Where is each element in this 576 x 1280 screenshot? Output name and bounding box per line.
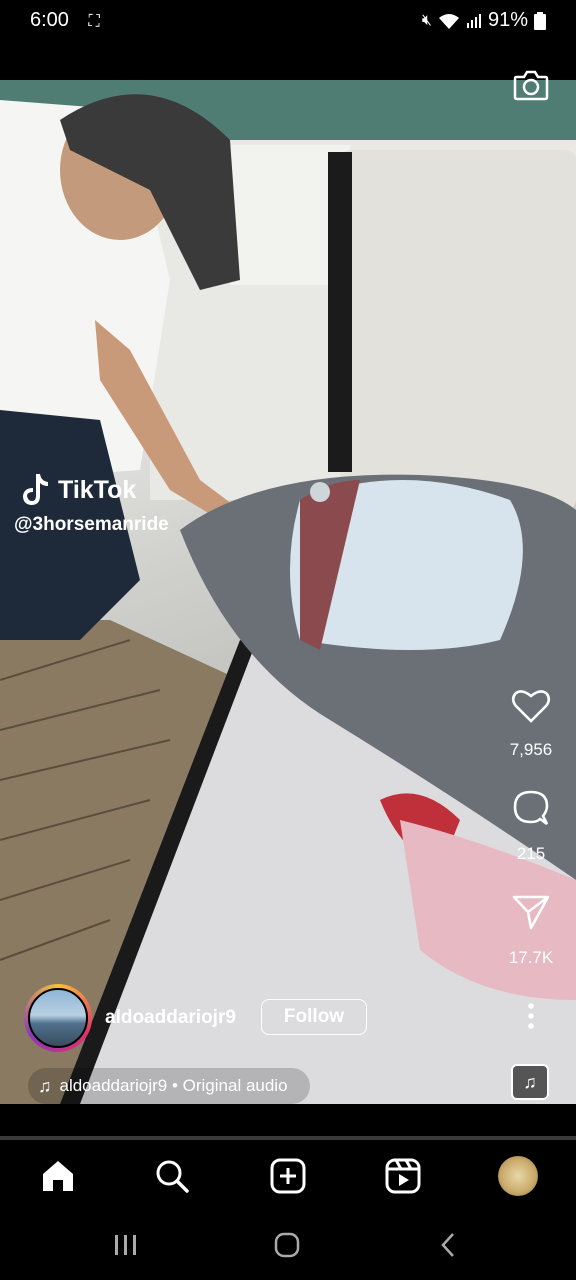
home-icon bbox=[43, 1161, 73, 1191]
video-frame bbox=[0, 80, 576, 1104]
music-note-icon: ♫ bbox=[523, 1071, 537, 1092]
battery-icon bbox=[534, 11, 546, 30]
follow-button[interactable]: Follow bbox=[261, 999, 367, 1035]
recent-apps-button[interactable] bbox=[96, 1226, 156, 1264]
recent-apps-icon bbox=[115, 1235, 136, 1255]
tiktok-brand: TikTok bbox=[58, 475, 137, 504]
music-note-icon: ♫ bbox=[38, 1075, 52, 1096]
reel-video[interactable] bbox=[0, 80, 576, 1104]
share-count: 17.7K bbox=[508, 948, 554, 967]
status-icons: 🔇︎ 91% bbox=[422, 9, 546, 32]
wifi-icon bbox=[438, 13, 459, 29]
nav-create[interactable] bbox=[263, 1152, 313, 1200]
reels-icon bbox=[385, 1158, 421, 1194]
author-avatar[interactable] bbox=[24, 984, 92, 1052]
author-avatar-image bbox=[28, 988, 88, 1048]
signal-icon bbox=[466, 13, 481, 28]
create-icon bbox=[270, 1158, 306, 1194]
system-home-icon bbox=[274, 1232, 300, 1258]
heart-icon bbox=[511, 690, 551, 723]
back-button[interactable] bbox=[418, 1226, 478, 1264]
audio-label: aldoaddariojr9 • Original audio bbox=[59, 1076, 288, 1095]
comment-icon bbox=[513, 790, 549, 826]
like-count: 7,956 bbox=[509, 740, 553, 759]
screen-record-icon: ⛶ bbox=[88, 13, 100, 30]
nav-reels[interactable] bbox=[378, 1152, 428, 1200]
tiktok-handle: @3horsemanride bbox=[14, 514, 169, 535]
nav-profile[interactable] bbox=[493, 1152, 543, 1200]
system-home-button[interactable] bbox=[257, 1226, 317, 1264]
more-vertical-icon bbox=[528, 1003, 534, 1029]
nav-home[interactable] bbox=[33, 1152, 83, 1200]
camera-button[interactable] bbox=[508, 62, 554, 108]
tiktok-logo-icon bbox=[23, 474, 48, 505]
video-progress-track[interactable] bbox=[0, 1136, 576, 1140]
like-button[interactable] bbox=[501, 676, 561, 736]
more-options-button[interactable] bbox=[501, 986, 561, 1046]
comment-count: 215 bbox=[516, 844, 546, 863]
camera-icon bbox=[513, 70, 549, 101]
nav-search[interactable] bbox=[147, 1152, 197, 1200]
mute-icon: 🔇︎ bbox=[421, 11, 432, 29]
send-icon bbox=[512, 895, 550, 930]
audio-pill[interactable]: ♫ aldoaddariojr9 • Original audio bbox=[28, 1068, 310, 1104]
status-time: 6:00 ⛶ bbox=[30, 9, 100, 32]
back-icon bbox=[441, 1233, 454, 1257]
battery-percent: 91% bbox=[487, 9, 528, 31]
profile-avatar bbox=[498, 1156, 538, 1196]
tiktok-watermark: TikTok @3horsemanride bbox=[14, 472, 169, 536]
author-username[interactable]: aldoaddariojr9 bbox=[105, 1007, 236, 1029]
status-time-text: 6:00 bbox=[30, 9, 69, 31]
share-button[interactable] bbox=[501, 882, 561, 942]
audio-thumbnail-button[interactable]: ♫ bbox=[511, 1064, 549, 1100]
search-icon bbox=[156, 1160, 189, 1193]
comment-button[interactable] bbox=[501, 778, 561, 838]
